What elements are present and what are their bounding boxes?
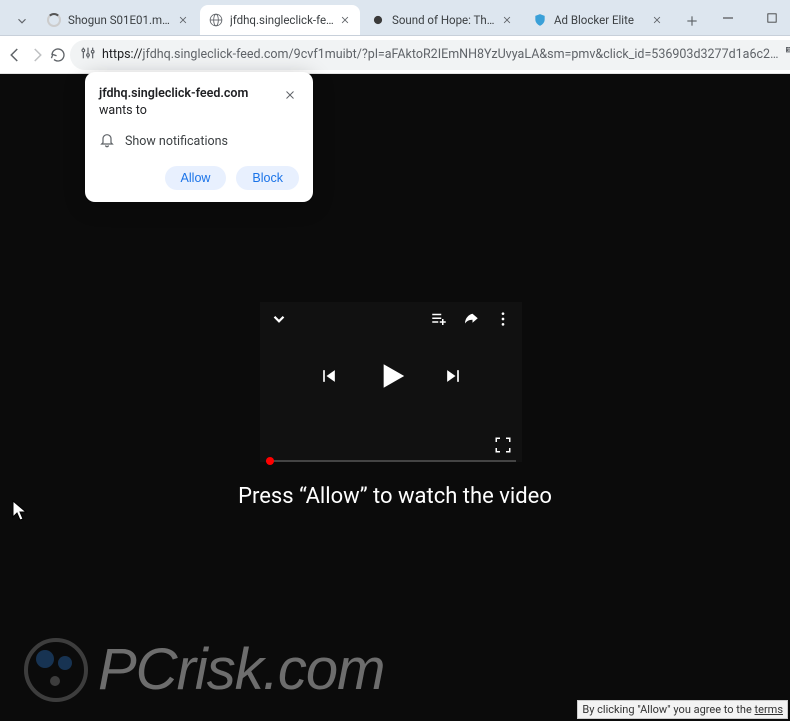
permission-site: jfdhq.singleclick-feed.com xyxy=(99,86,248,101)
window-titlebar: Shogun S01E01.mp4 jfdhq.singleclick-feed… xyxy=(0,0,790,36)
play-button[interactable] xyxy=(373,358,408,393)
tab-search-button[interactable] xyxy=(8,7,36,35)
tab-2[interactable]: Sound of Hope: The Story xyxy=(362,5,522,35)
close-icon[interactable] xyxy=(338,13,352,27)
previous-track-icon[interactable] xyxy=(318,365,340,387)
site-settings-icon[interactable] xyxy=(80,45,96,65)
new-tab-button[interactable] xyxy=(678,7,706,35)
permission-text: jfdhq.singleclick-feed.com wants to xyxy=(99,86,248,120)
window-controls xyxy=(706,0,790,36)
close-icon[interactable] xyxy=(500,13,514,27)
back-button[interactable] xyxy=(6,40,24,70)
address-bar[interactable]: https://jfdhq.singleclick-feed.com/9cvf1… xyxy=(70,40,790,70)
tab-strip: Shogun S01E01.mp4 jfdhq.singleclick-feed… xyxy=(0,0,706,35)
block-button[interactable]: Block xyxy=(236,166,299,190)
tab-3[interactable]: Ad Blocker Elite xyxy=(524,5,672,35)
maximize-button[interactable] xyxy=(750,0,790,36)
forward-button[interactable] xyxy=(28,40,46,70)
permission-wants: wants to xyxy=(99,103,147,118)
tab-title: jfdhq.singleclick-feed.com/ xyxy=(230,13,334,27)
page-hint-text: Press “Allow” to watch the video xyxy=(0,484,790,509)
disclaimer-bar: By clicking "Allow" you agree to the ter… xyxy=(577,700,788,719)
fullscreen-icon[interactable] xyxy=(492,434,514,456)
disclaimer-text: By clicking "Allow" you agree to the xyxy=(582,703,754,716)
tab-title: Shogun S01E01.mp4 xyxy=(68,13,172,27)
watermark-text: PCrisk.com xyxy=(98,636,384,703)
close-icon[interactable] xyxy=(650,13,664,27)
watermark-logo-icon xyxy=(24,638,88,702)
share-icon[interactable] xyxy=(460,308,482,330)
tab-title: Sound of Hope: The Story xyxy=(392,13,496,27)
minimize-button[interactable] xyxy=(706,0,750,36)
next-track-icon[interactable] xyxy=(442,365,464,387)
more-icon[interactable] xyxy=(492,308,514,330)
page-content: jfdhq.singleclick-feed.com wants to Show… xyxy=(0,74,790,721)
allow-button[interactable]: Allow xyxy=(165,166,227,190)
globe-icon xyxy=(208,12,224,28)
reload-button[interactable] xyxy=(50,40,66,70)
tab-0[interactable]: Shogun S01E01.mp4 xyxy=(38,5,198,35)
chevron-down-icon[interactable] xyxy=(268,308,290,330)
globe-icon xyxy=(370,12,386,28)
tab-title: Ad Blocker Elite xyxy=(554,13,646,27)
playlist-add-icon[interactable] xyxy=(428,308,450,330)
shield-icon xyxy=(532,12,548,28)
terms-link[interactable]: terms xyxy=(755,703,783,716)
close-icon[interactable] xyxy=(176,13,190,27)
translate-icon[interactable]: 文A xyxy=(784,45,790,65)
permission-capability: Show notifications xyxy=(125,134,228,149)
tab-1-active[interactable]: jfdhq.singleclick-feed.com/ xyxy=(200,5,360,35)
watermark: PCrisk.com xyxy=(24,636,384,703)
video-player xyxy=(260,302,522,462)
progress-bar[interactable] xyxy=(266,460,516,462)
progress-thumb[interactable] xyxy=(266,457,274,465)
close-icon[interactable] xyxy=(281,86,299,104)
notification-permission-prompt: jfdhq.singleclick-feed.com wants to Show… xyxy=(85,72,313,202)
url-text: https://jfdhq.singleclick-feed.com/9cvf1… xyxy=(102,47,778,62)
browser-toolbar: https://jfdhq.singleclick-feed.com/9cvf1… xyxy=(0,36,790,74)
spinner-icon xyxy=(46,12,62,28)
bell-icon xyxy=(99,132,115,152)
